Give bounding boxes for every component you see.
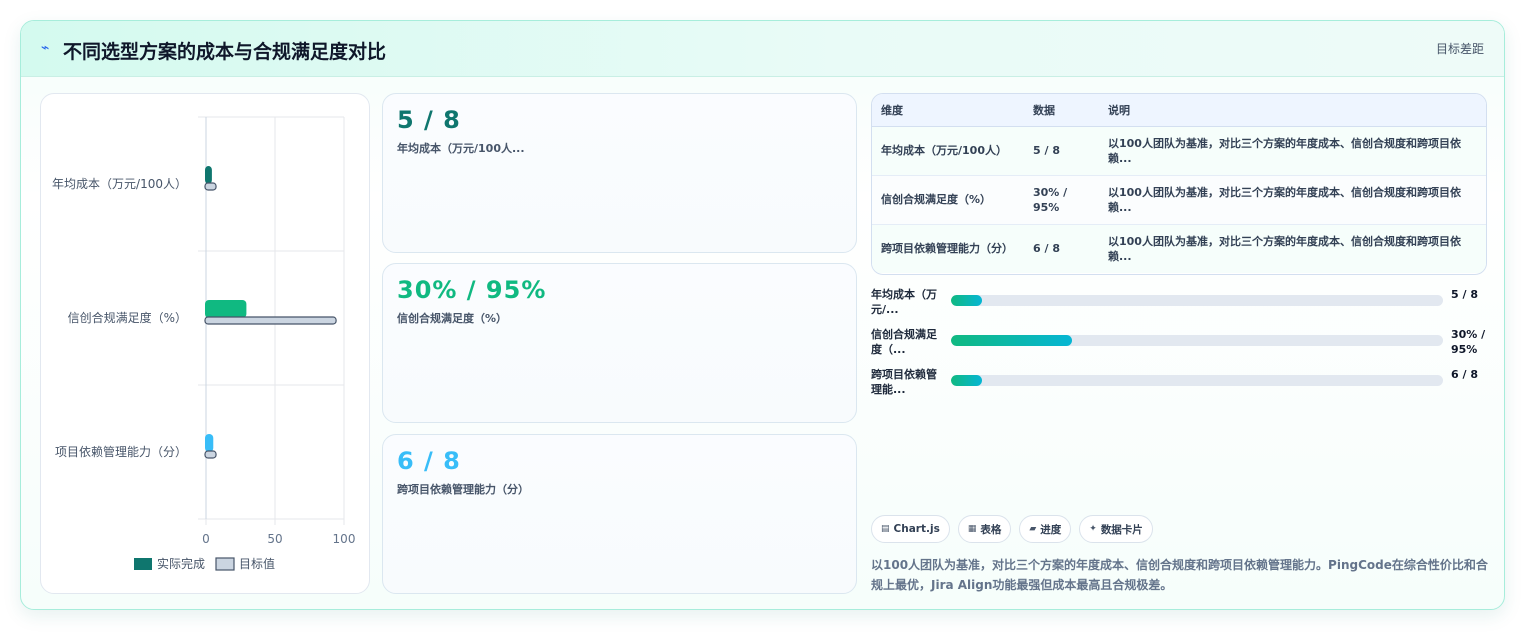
progress-track <box>951 335 1443 346</box>
stat-label: 年均成本（万元/100人... <box>397 142 525 155</box>
bar-actual <box>205 166 212 184</box>
comparison-panel: ⌁ 不同选型方案的成本与合规满足度对比 目标差距 0 50 100 年均成本（万元/1… <box>20 20 1505 610</box>
chip-progress[interactable]: ▰ 进度 <box>1019 515 1072 543</box>
stat-value: 5 / 8 <box>397 106 461 134</box>
table-cell: 信创合规满足度（%） <box>872 175 1024 225</box>
progress-fill <box>951 335 1072 346</box>
bar-target <box>204 182 217 191</box>
table-row: 年均成本（万元/100人） 5 / 8 以100人团队为基准，对比三个方案的年度… <box>872 126 1486 176</box>
table-cell: 年均成本（万元/100人） <box>872 126 1024 176</box>
table-icon: ▦ <box>967 524 977 534</box>
stat-value: 6 / 8 <box>397 447 461 475</box>
progress-fill <box>951 295 982 306</box>
bar-target <box>204 316 337 325</box>
stat-card-cost: 5 / 8 年均成本（万元/100人... <box>382 93 857 253</box>
legend-label: 目标值 <box>239 556 275 571</box>
table-cell: 30% / 95% <box>1024 175 1099 225</box>
table-cell: 6 / 8 <box>1033 242 1060 256</box>
description-text: 以100人团队为基准，对比三个方案的年度成本、信创合规度和跨项目依赖管理能力。P… <box>871 558 1488 592</box>
table-cell: 以100人团队为基准，对比三个方案的年度成本、信创合规度和跨项目依赖... <box>1099 175 1486 225</box>
sparkle-icon: ✦ <box>1089 524 1097 534</box>
chip-label: Chart.js <box>893 523 940 535</box>
table-cell: 以100人团队为基准，对比三个方案的年度成本、信创合规度和跨项目依赖... <box>1108 234 1461 263</box>
y-category-label: 项目依赖管理能力（分） <box>55 444 187 459</box>
bar-chart: 0 50 100 年均成本（万元/100人） 信创合规满足度（%） 项目依赖管理能力（分）… <box>52 116 356 571</box>
target-gap-link[interactable]: 目标差距 <box>1436 40 1484 57</box>
column-header: 维度 <box>872 94 1024 127</box>
table-cell: 5 / 8 <box>1024 126 1099 176</box>
stat-card-dependency: 6 / 8 跨项目依赖管理能力（分） <box>382 434 857 594</box>
column-header: 数据 <box>1024 94 1099 127</box>
bar-actual <box>205 300 247 318</box>
progress-track <box>951 295 1443 306</box>
x-tick-label: 0 <box>202 532 210 546</box>
progress-label: 跨项目依赖管理能... <box>871 368 937 396</box>
y-category-label: 年均成本（万元/100人） <box>52 177 187 191</box>
progress-icon: ▰ <box>1029 524 1037 534</box>
table-row: 跨项目依赖管理能力（分） 6 / 8 以100人团队为基准，对比三个方案的年度成… <box>872 224 1486 273</box>
chip-label: 数据卡片 <box>1100 523 1143 536</box>
stat-label: 跨项目依赖管理能力（分） <box>397 483 529 496</box>
progress-row: 跨项目依赖管理能... 6 / 8 <box>871 367 1491 401</box>
table-header-row: 维度 数据 说明 <box>872 94 1486 127</box>
panel-title: 不同选型方案的成本与合规满足度对比 <box>63 41 387 63</box>
progress-row: 信创合规满足度（... 30% / 95% <box>871 327 1491 361</box>
progress-track <box>951 375 1443 386</box>
stat-card-compliance: 30% / 95% 信创合规满足度（%） <box>382 263 857 423</box>
x-tick-label: 50 <box>267 532 282 546</box>
progress-row: 年均成本（万元/... 5 / 8 <box>871 287 1491 321</box>
legend-swatch-actual <box>134 558 152 570</box>
chip-data-cards[interactable]: ✦ 数据卡片 <box>1079 515 1153 543</box>
chip-label: 表格 <box>980 523 1002 536</box>
progress-value: 6 / 8 <box>1451 368 1478 381</box>
x-tick-label: 100 <box>333 532 356 546</box>
chip-table[interactable]: ▦ 表格 <box>957 515 1012 543</box>
chip-label: 进度 <box>1040 523 1062 536</box>
legend-swatch-target <box>215 557 235 571</box>
view-chips: ▤ Chart.js ▦ 表格 ▰ 进度 ✦ 数据卡片 <box>871 515 1153 543</box>
chart-card: 0 50 100 年均成本（万元/100人） 信创合规满足度（%） 项目依赖管理能力（分）… <box>40 93 370 594</box>
lightning-icon: ⌁ <box>41 40 50 56</box>
progress-fill <box>951 375 982 386</box>
bar-target <box>204 450 217 459</box>
progress-label: 信创合规满足度（... <box>871 328 937 356</box>
table-cell: 以100人团队为基准，对比三个方案的年度成本、信创合规度和跨项目依赖... <box>1099 126 1486 176</box>
panel-header: ⌁ 不同选型方案的成本与合规满足度对比 目标差距 <box>21 21 1504 77</box>
stat-value: 30% / 95% <box>397 276 547 304</box>
chart-icon: ▤ <box>881 524 890 534</box>
y-category-label: 信创合规满足度（%） <box>68 310 187 325</box>
table-cell: 跨项目依赖管理能力（分） <box>881 242 1013 256</box>
bar-actual <box>205 434 214 452</box>
progress-value: 30% / 95% <box>1451 328 1486 356</box>
progress-value: 5 / 8 <box>1451 288 1478 301</box>
table-row: 信创合规满足度（%） 30% / 95% 以100人团队为基准，对比三个方案的年… <box>872 175 1486 225</box>
stat-label: 信创合规满足度（%） <box>397 312 508 325</box>
progress-label: 年均成本（万元/... <box>871 288 937 316</box>
column-header: 说明 <box>1099 94 1486 127</box>
data-table: 维度 数据 说明 年均成本（万元/100人） 5 / 8 以100人团队为基准，… <box>871 93 1487 275</box>
chip-chartjs[interactable]: ▤ Chart.js <box>871 515 950 543</box>
legend-label: 实际完成 <box>157 556 205 571</box>
